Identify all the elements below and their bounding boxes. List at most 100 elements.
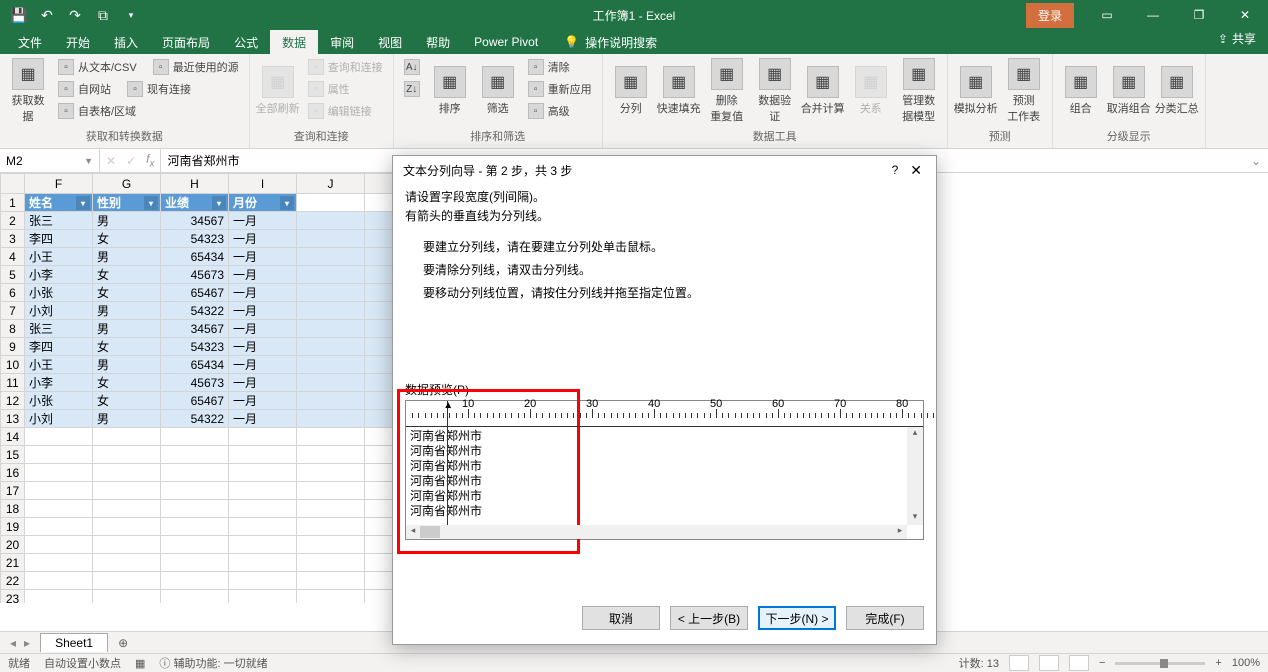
table-header-cell[interactable]: 业绩▾ [161, 194, 229, 212]
cell[interactable]: 54323 [161, 230, 229, 248]
row-header[interactable]: 7 [1, 302, 25, 320]
column-header[interactable]: G [93, 174, 161, 194]
tab-数据[interactable]: 数据 [270, 30, 318, 54]
cell[interactable]: 一月 [229, 302, 297, 320]
row-header[interactable]: 11 [1, 374, 25, 392]
zoom-level[interactable]: 100% [1232, 657, 1260, 669]
cell[interactable] [25, 572, 93, 590]
cell[interactable]: 一月 [229, 356, 297, 374]
row-header[interactable]: 21 [1, 554, 25, 572]
login-button[interactable]: 登录 [1026, 3, 1074, 28]
cell[interactable] [25, 464, 93, 482]
cell[interactable] [229, 446, 297, 464]
cell[interactable]: 小张 [25, 392, 93, 410]
cell[interactable] [25, 554, 93, 572]
ribbon-options-icon[interactable]: ▭ [1084, 0, 1130, 30]
dialog-close-icon[interactable]: ✕ [906, 162, 926, 179]
table-header-cell[interactable]: 姓名▾ [25, 194, 93, 212]
cancel-button[interactable]: 取消 [582, 606, 660, 630]
cell[interactable] [93, 482, 161, 500]
row-header[interactable]: 4 [1, 248, 25, 266]
cell[interactable]: 一月 [229, 338, 297, 356]
ribbon-button[interactable]: ▫重新应用 [524, 78, 596, 100]
cell[interactable] [297, 446, 365, 464]
row-header[interactable]: 16 [1, 464, 25, 482]
cell[interactable] [297, 464, 365, 482]
cell[interactable]: 一月 [229, 230, 297, 248]
cell[interactable] [93, 554, 161, 572]
cell[interactable] [25, 428, 93, 446]
cell[interactable]: 李四 [25, 338, 93, 356]
next-button[interactable]: 下一步(N) > [758, 606, 836, 630]
cell[interactable]: 女 [93, 266, 161, 284]
cell[interactable] [297, 554, 365, 572]
filter-dropdown-icon[interactable]: ▾ [76, 196, 90, 210]
ribbon-button[interactable]: ▫清除 [524, 56, 574, 78]
column-header[interactable]: H [161, 174, 229, 194]
page-break-view-icon[interactable] [1069, 655, 1089, 671]
cell[interactable]: 男 [93, 410, 161, 428]
cell[interactable]: 男 [93, 248, 161, 266]
cell[interactable] [25, 590, 93, 604]
cell[interactable] [161, 428, 229, 446]
cell[interactable]: 小张 [25, 284, 93, 302]
cell[interactable]: 65434 [161, 356, 229, 374]
cell[interactable] [229, 464, 297, 482]
tab-Power Pivot[interactable]: Power Pivot [462, 30, 550, 54]
row-header[interactable]: 3 [1, 230, 25, 248]
cell[interactable] [93, 536, 161, 554]
cell[interactable]: 男 [93, 320, 161, 338]
cell[interactable] [297, 518, 365, 536]
cell[interactable] [161, 482, 229, 500]
select-all-corner[interactable] [1, 174, 25, 194]
row-header[interactable]: 9 [1, 338, 25, 356]
cell[interactable]: 一月 [229, 212, 297, 230]
tab-开始[interactable]: 开始 [54, 30, 102, 54]
cell[interactable] [297, 302, 365, 320]
cell[interactable] [297, 356, 365, 374]
cell[interactable] [25, 446, 93, 464]
cell[interactable] [161, 464, 229, 482]
redo-icon[interactable]: ↷ [62, 2, 88, 28]
accessibility-icon[interactable]: ⓘ [159, 658, 170, 670]
cell[interactable]: 45673 [161, 266, 229, 284]
cell[interactable] [229, 482, 297, 500]
row-header[interactable]: 1 [1, 194, 25, 212]
cell[interactable] [297, 284, 365, 302]
cell[interactable]: 男 [93, 212, 161, 230]
cell[interactable]: 一月 [229, 374, 297, 392]
preview-ruler[interactable]: 1020304050607080 [406, 401, 923, 427]
ribbon-button[interactable]: ▫现有连接 [123, 78, 195, 100]
cell[interactable] [229, 554, 297, 572]
ribbon-button[interactable]: ▦排序 [428, 56, 472, 126]
tab-文件[interactable]: 文件 [6, 30, 54, 54]
row-header[interactable]: 12 [1, 392, 25, 410]
tab-视图[interactable]: 视图 [366, 30, 414, 54]
row-header[interactable]: 23 [1, 590, 25, 604]
row-header[interactable]: 6 [1, 284, 25, 302]
cell[interactable] [93, 572, 161, 590]
cell[interactable]: 54322 [161, 302, 229, 320]
ribbon-button[interactable]: ▦获取数据 [6, 56, 50, 126]
cell[interactable] [93, 464, 161, 482]
ribbon-button[interactable]: ▫自表格/区域 [54, 100, 140, 122]
ribbon-button[interactable]: ▫最近使用的源 [149, 56, 243, 78]
cell[interactable] [93, 518, 161, 536]
cell[interactable]: 女 [93, 374, 161, 392]
cell[interactable] [297, 194, 365, 212]
ribbon-button[interactable]: ▦删除重复值 [705, 56, 749, 126]
cancel-formula-icon[interactable]: ✕ [106, 154, 116, 168]
cell[interactable] [93, 590, 161, 604]
sort-za-button[interactable]: Z↓ [400, 78, 424, 100]
cell[interactable]: 一月 [229, 320, 297, 338]
add-sheet-icon[interactable]: ⊕ [108, 636, 138, 650]
cell[interactable]: 65467 [161, 392, 229, 410]
cell[interactable]: 张三 [25, 212, 93, 230]
cell[interactable]: 一月 [229, 284, 297, 302]
sheet-nav-next-icon[interactable]: ▸ [24, 636, 30, 650]
column-header[interactable]: F [25, 174, 93, 194]
cell[interactable]: 女 [93, 230, 161, 248]
cell[interactable] [229, 518, 297, 536]
ribbon-button[interactable]: ▦数据验证 [753, 56, 797, 126]
maximize-icon[interactable]: ❐ [1176, 0, 1222, 30]
